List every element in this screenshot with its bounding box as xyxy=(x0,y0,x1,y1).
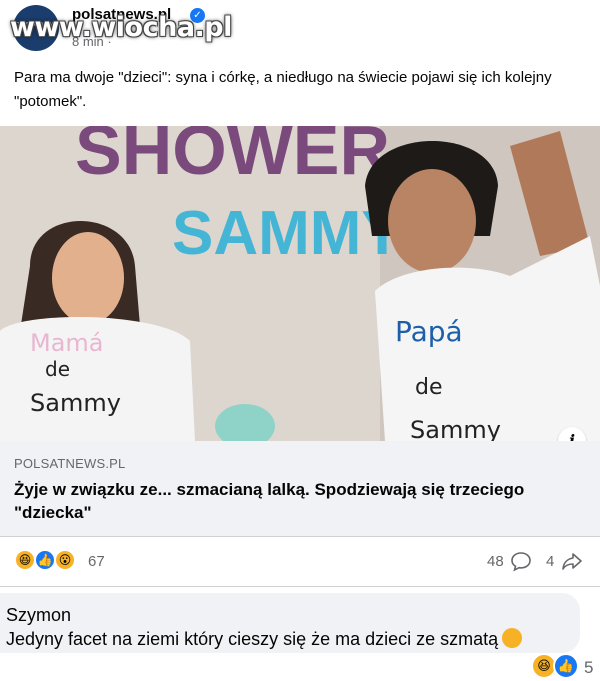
comment-text: Jedyny facet na ziemi który cieszy się ż… xyxy=(6,628,523,650)
wall-text-sammy: SAMMY xyxy=(172,199,403,268)
photo-illustration: SHOWER SAMMY Mamá de Sammy Papá de Sammy xyxy=(0,126,600,441)
doll-face xyxy=(52,232,124,324)
doll-shirt-text-3: Sammy xyxy=(30,389,121,417)
reaction-count[interactable]: 67 xyxy=(88,553,105,570)
link-image[interactable]: SHOWER SAMMY Mamá de Sammy Papá de Sammy xyxy=(0,126,600,441)
wall-text-shower: SHOWER xyxy=(75,126,390,189)
haha-reaction-icon[interactable]: 😆 xyxy=(14,549,36,571)
share-icon[interactable] xyxy=(560,550,584,572)
shares-count[interactable]: 4 xyxy=(546,553,554,570)
link-title[interactable]: Żyje w związku ze... szmacianą lalką. Sp… xyxy=(14,478,574,524)
man-face xyxy=(388,169,476,273)
watermark: www.wiocha.pl xyxy=(10,12,232,43)
comments-count[interactable]: 48 xyxy=(487,553,504,570)
comment-author[interactable]: Szymon xyxy=(6,605,71,626)
doll-shirt-text-1: Mamá xyxy=(30,329,104,357)
post-header: polsat news polsatnews.pl ✓ 8 min · www.… xyxy=(0,0,600,60)
like-reaction-icon: 👍 xyxy=(553,653,579,679)
comment-area: Szymon Jedyny facet na ziemi który ciesz… xyxy=(0,587,600,681)
reactions-bar: 😆 👍 😮 67 48 4 xyxy=(0,537,600,587)
man-shirt-text-3: Sammy xyxy=(410,416,501,441)
comment-icon[interactable] xyxy=(510,550,532,572)
comment-text-body: Jedyny facet na ziemi który cieszy się ż… xyxy=(6,629,499,649)
wow-reaction-icon[interactable]: 😮 xyxy=(54,549,76,571)
link-domain: POLSATNEWS.PL xyxy=(14,456,126,471)
comment-reaction-count[interactable]: 5 xyxy=(584,658,593,678)
post-text: Para ma dwoje "dzieci": syna i córkę, a … xyxy=(14,69,552,110)
man-shirt-text-2: de xyxy=(415,375,443,400)
like-reaction-icon[interactable]: 👍 xyxy=(34,549,56,571)
doll-shirt-text-2: de xyxy=(45,357,70,381)
link-caption[interactable]: POLSATNEWS.PL Żyje w związku ze... szmac… xyxy=(0,441,600,537)
grin-emoji-icon xyxy=(502,628,523,649)
man-shirt-text-1: Papá xyxy=(395,315,463,348)
